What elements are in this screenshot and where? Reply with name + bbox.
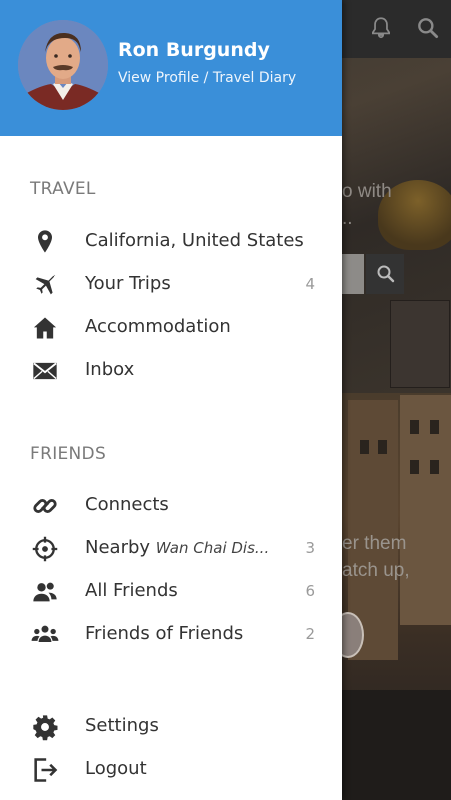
- menu-item-nearby[interactable]: Nearby Wan Chai Dis... 3: [0, 527, 342, 570]
- window: [378, 440, 387, 454]
- menu-item-settings[interactable]: Settings: [0, 705, 342, 748]
- nearby-location: Wan Chai Dis...: [155, 539, 270, 557]
- background-search-button[interactable]: [366, 254, 404, 294]
- balloon-basket: [390, 300, 450, 388]
- menu-item-connects[interactable]: Connects: [0, 484, 342, 527]
- airplane-icon: [31, 271, 59, 299]
- menu-item-all-friends[interactable]: All Friends 6: [0, 570, 342, 613]
- background-street: [342, 690, 451, 800]
- window: [430, 460, 439, 474]
- count-badge: 4: [305, 275, 315, 293]
- menu-item-label: Settings: [85, 715, 159, 736]
- menu-item-logout[interactable]: Logout: [0, 748, 342, 791]
- navigation-drawer: Ron Burgundy View Profile / Travel Diary…: [0, 0, 342, 800]
- menu-item-label: Logout: [85, 758, 147, 779]
- window: [360, 440, 369, 454]
- menu-item-label: California, United States: [85, 230, 304, 251]
- avatar[interactable]: [18, 20, 108, 110]
- search-icon[interactable]: [415, 15, 441, 41]
- background-text-1: o with ..: [342, 181, 392, 229]
- section-title-friends: FRIENDS: [30, 444, 107, 464]
- menu-item-accommodation[interactable]: Accommodation: [0, 306, 342, 349]
- crosshair-icon: [31, 535, 59, 563]
- home-icon: [31, 314, 59, 342]
- window: [430, 420, 439, 434]
- logout-icon: [31, 756, 59, 784]
- menu-item-friends-of-friends[interactable]: Friends of Friends 2: [0, 613, 342, 656]
- gear-icon: [31, 713, 59, 741]
- menu-item-location[interactable]: California, United States: [0, 220, 342, 263]
- background-text-2: er them atch up,: [342, 533, 410, 581]
- profile-header[interactable]: Ron Burgundy View Profile / Travel Diary: [0, 0, 342, 136]
- count-badge: 2: [305, 625, 315, 643]
- menu-item-your-trips[interactable]: Your Trips 4: [0, 263, 342, 306]
- menu-item-label: Connects: [85, 494, 169, 515]
- background-building: [400, 395, 451, 625]
- menu-item-label: Your Trips: [85, 273, 171, 294]
- menu-item-label: Accommodation: [85, 316, 231, 337]
- window: [410, 420, 419, 434]
- window: [410, 460, 419, 474]
- menu-item-label: Friends of Friends: [85, 623, 244, 644]
- profile-links[interactable]: View Profile / Travel Diary: [118, 70, 296, 86]
- background-search-field[interactable]: [342, 254, 364, 294]
- count-badge: 6: [305, 582, 315, 600]
- envelope-icon: [31, 357, 59, 385]
- menu-item-inbox[interactable]: Inbox: [0, 349, 342, 392]
- link-icon: [31, 492, 59, 520]
- count-badge: 3: [305, 539, 315, 557]
- menu-item-label: Nearby Wan Chai Dis...: [85, 537, 270, 558]
- users-group-icon: [31, 621, 59, 649]
- location-pin-icon: [31, 228, 59, 256]
- profile-name[interactable]: Ron Burgundy: [118, 39, 270, 61]
- users-icon: [31, 578, 59, 606]
- section-title-travel: TRAVEL: [30, 179, 96, 199]
- menu-item-label: Inbox: [85, 359, 135, 380]
- bell-icon[interactable]: [368, 15, 394, 41]
- menu-item-label: All Friends: [85, 580, 178, 601]
